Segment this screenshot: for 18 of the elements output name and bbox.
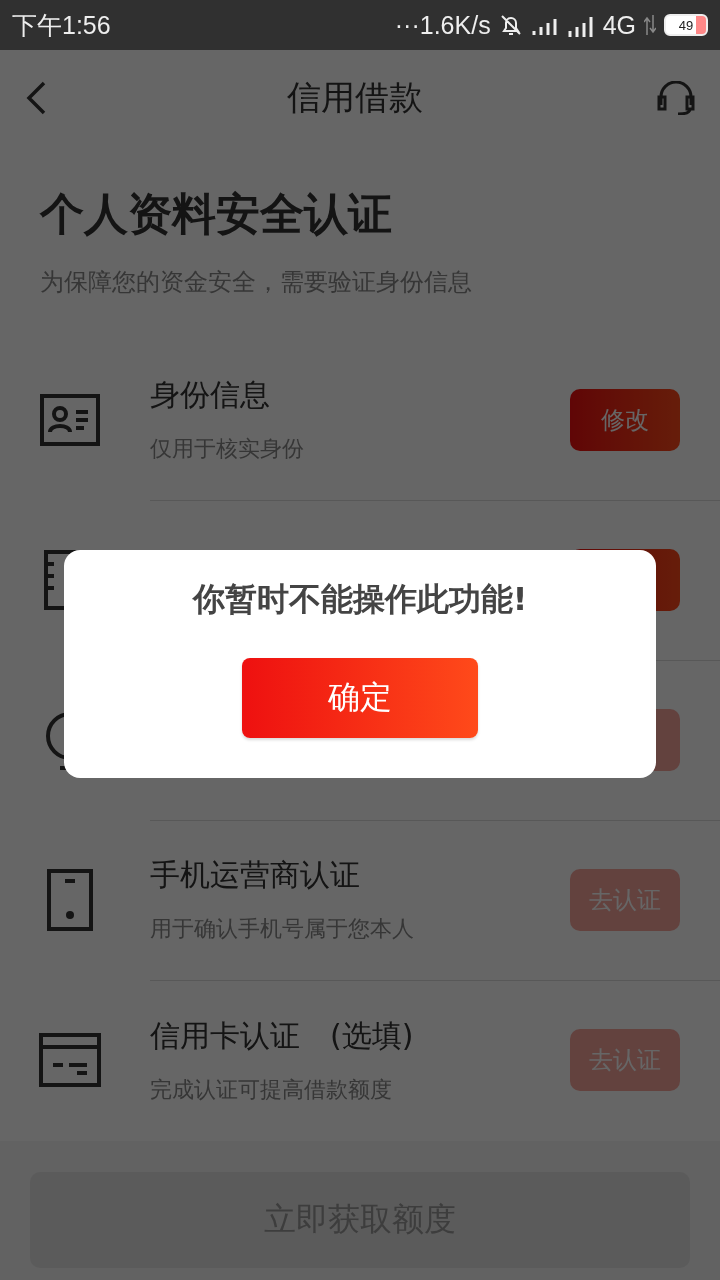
item-title: 身份信息 [150,376,271,414]
page-title: 信用借款 [286,75,424,119]
item-title: 手机运营商认证 [150,856,361,894]
battery-icon: 49 [664,14,708,36]
heading: 个人资料安全认证 [40,187,393,241]
headset-icon[interactable] [656,80,696,115]
data-arrows-icon [644,15,656,35]
clock: 下午1:56 [12,9,111,41]
id-card-icon [40,394,100,446]
credit-card-icon [39,1033,101,1087]
verify-button[interactable]: 修改 [570,388,680,451]
confirm-button[interactable]: 确定 [242,658,478,738]
phone-icon [45,869,95,931]
network-type: 4G [602,10,636,40]
network-speed: ···1.6K/s [394,10,491,40]
dialog-message: 你暂时不能操作此功能! [192,579,528,620]
muted-bell-icon [498,13,523,37]
item-title: 信用卡认证 (选填) [150,1016,415,1055]
